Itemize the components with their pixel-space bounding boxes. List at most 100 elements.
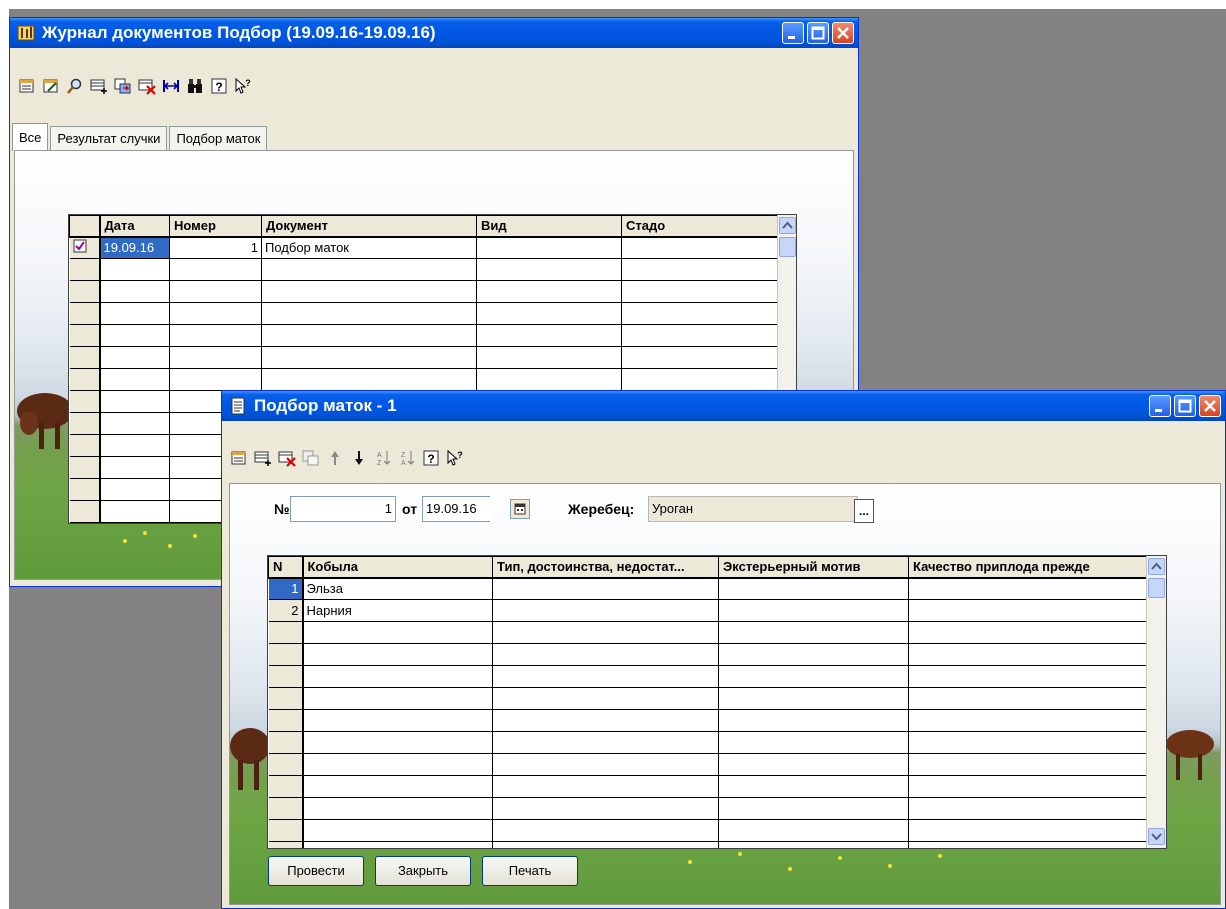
table-row[interactable] <box>268 687 1147 710</box>
find-icon[interactable] <box>66 77 84 95</box>
cell-n[interactable]: 1 <box>268 577 304 600</box>
help-icon[interactable]: ? <box>210 77 228 95</box>
header-offspring-quality[interactable]: Качество приплода прежде <box>908 556 1147 579</box>
table-row[interactable] <box>268 731 1147 754</box>
svg-text:?: ? <box>245 78 251 88</box>
whatis-icon[interactable]: ? <box>234 77 252 95</box>
table-row[interactable] <box>69 280 778 303</box>
close-icon <box>1204 400 1216 412</box>
date-field[interactable]: 19.09.16 <box>422 496 490 522</box>
tab-all[interactable]: Все <box>12 123 49 151</box>
scroll-up-button[interactable] <box>779 217 796 234</box>
table-row[interactable] <box>268 621 1147 644</box>
scroll-thumb[interactable] <box>1148 578 1165 598</box>
table-row[interactable] <box>268 709 1147 732</box>
document-titlebar[interactable]: Подбор маток - 1 <box>222 391 1225 421</box>
table-row[interactable] <box>69 368 778 391</box>
new-document-icon[interactable] <box>230 449 248 467</box>
maximize-button[interactable] <box>807 22 829 44</box>
table-row[interactable]: 19.09.16 1 Подбор маток <box>69 236 778 259</box>
table-row[interactable] <box>69 302 778 325</box>
range-icon[interactable] <box>162 77 180 95</box>
header-type[interactable]: Тип, достоинства, недостат... <box>492 556 719 579</box>
stallion-browse-button[interactable]: ... <box>854 499 874 523</box>
minimize-button[interactable] <box>1149 395 1171 417</box>
header-date[interactable]: Дата <box>99 215 170 238</box>
cell-mare[interactable]: Эльза <box>302 577 493 600</box>
table-row[interactable] <box>268 643 1147 666</box>
document-status-icon <box>73 239 86 253</box>
table-row[interactable] <box>69 258 778 281</box>
cell-kind[interactable] <box>476 236 622 259</box>
chevron-up-icon <box>782 221 793 229</box>
header-n[interactable]: N <box>268 556 304 579</box>
cell-mare[interactable]: Нарния <box>302 599 493 622</box>
cell-n[interactable]: 2 <box>268 599 304 622</box>
scroll-thumb[interactable] <box>779 237 796 257</box>
number-field[interactable]: 1 <box>290 496 396 522</box>
svg-text:?: ? <box>457 450 463 460</box>
table-row[interactable]: 1 Эльза <box>268 577 1147 600</box>
header-exterior[interactable]: Экстерьерный мотив <box>718 556 909 579</box>
cell-number[interactable]: 1 <box>169 236 262 259</box>
table-row[interactable] <box>268 665 1147 688</box>
mares-scrollbar[interactable] <box>1146 556 1166 848</box>
edit-document-icon[interactable] <box>42 77 60 95</box>
scroll-up-button[interactable] <box>1148 558 1165 575</box>
sort-desc-icon[interactable]: ZA <box>398 449 416 467</box>
cow-right-decoration <box>1166 730 1214 780</box>
arrow-down-icon[interactable] <box>350 449 368 467</box>
add-row-icon[interactable] <box>254 449 272 467</box>
table-row[interactable] <box>69 346 778 369</box>
scroll-down-button[interactable] <box>1148 828 1165 845</box>
new-document-icon[interactable] <box>18 77 36 95</box>
header-kind[interactable]: Вид <box>476 215 622 238</box>
delete-row-icon[interactable] <box>278 449 296 467</box>
tab-mare-selection[interactable]: Подбор маток <box>169 126 268 151</box>
arrow-up-icon[interactable] <box>326 449 344 467</box>
post-button[interactable]: Провести <box>268 856 364 886</box>
help-icon[interactable]: ? <box>422 449 440 467</box>
document-icon <box>231 397 245 415</box>
table-row[interactable] <box>268 841 1147 848</box>
table-row[interactable] <box>69 324 778 347</box>
maximize-button[interactable] <box>1174 395 1196 417</box>
cell-document[interactable]: Подбор маток <box>261 236 477 259</box>
delete-icon[interactable] <box>138 77 156 95</box>
table-row[interactable] <box>268 775 1147 798</box>
header-document[interactable]: Документ <box>261 215 477 238</box>
whatis-icon[interactable]: ? <box>446 449 464 467</box>
cell-herd[interactable] <box>621 236 778 259</box>
calendar-button[interactable] <box>510 499 530 519</box>
minimize-icon <box>1155 409 1162 412</box>
sort-asc-icon[interactable]: AZ <box>374 449 392 467</box>
binoculars-icon[interactable] <box>186 77 204 95</box>
field-flowers-decoration <box>688 852 942 871</box>
copy-icon[interactable] <box>114 77 132 95</box>
close-window-button[interactable] <box>832 22 854 44</box>
add-row-icon[interactable] <box>90 77 108 95</box>
table-row[interactable] <box>268 797 1147 820</box>
journal-titlebar[interactable]: Журнал документов Подбор (19.09.16-19.09… <box>10 18 858 48</box>
number-label: № <box>274 501 290 517</box>
close-button[interactable]: Закрыть <box>375 856 471 886</box>
svg-text:?: ? <box>215 80 222 94</box>
svg-text:A: A <box>401 460 406 467</box>
close-window-button[interactable] <box>1199 395 1221 417</box>
minimize-button[interactable] <box>782 22 804 44</box>
copy-row-icon[interactable] <box>302 449 320 467</box>
maximize-icon <box>1178 399 1192 413</box>
table-row[interactable]: 2 Нарния <box>268 599 1147 622</box>
table-row[interactable] <box>268 753 1147 776</box>
header-mare[interactable]: Кобыла <box>302 556 493 579</box>
stallion-field[interactable]: Уроган <box>648 496 858 522</box>
minimize-icon <box>788 36 795 39</box>
date-label: от <box>402 501 418 517</box>
table-row[interactable] <box>268 819 1147 842</box>
cell-date[interactable]: 19.09.16 <box>99 236 170 259</box>
header-number[interactable]: Номер <box>169 215 262 238</box>
document-window: Подбор маток - 1 AZ ZA ? ? № 1 от 19.09.… <box>221 390 1226 909</box>
tab-mating-result[interactable]: Результат случки <box>50 126 168 151</box>
header-herd[interactable]: Стадо <box>621 215 778 238</box>
print-button[interactable]: Печать <box>482 856 578 886</box>
